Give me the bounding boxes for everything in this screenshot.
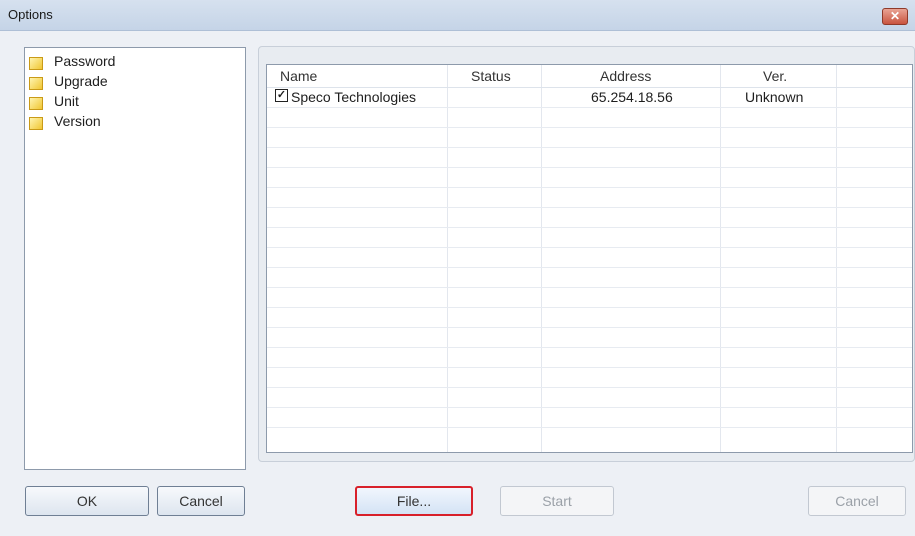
grid-line — [267, 167, 912, 168]
grid-line — [267, 307, 912, 308]
grid-line — [267, 427, 912, 428]
grid-line — [267, 267, 912, 268]
window-title: Options — [8, 7, 53, 22]
title-bar: Options ✕ — [0, 0, 915, 31]
options-window: Options ✕ Password Upgrade Unit Version — [0, 0, 915, 536]
column-header-name[interactable]: Name — [280, 68, 317, 84]
row-checkbox[interactable]: ✓ — [275, 89, 288, 102]
column-divider — [720, 65, 721, 452]
cancel-upgrade-button[interactable]: Cancel — [808, 486, 906, 516]
grid-line — [267, 147, 912, 148]
grid-line — [267, 227, 912, 228]
ok-button[interactable]: OK — [25, 486, 149, 516]
folder-icon — [29, 57, 43, 70]
close-icon: ✕ — [889, 9, 901, 23]
column-header-ver[interactable]: Ver. — [763, 68, 787, 84]
column-header-address[interactable]: Address — [600, 68, 651, 84]
grid-line — [267, 387, 912, 388]
grid-line — [267, 207, 912, 208]
grid-line — [267, 367, 912, 368]
tree-item-label: Password — [54, 53, 116, 69]
column-divider — [541, 65, 542, 452]
grid-line — [267, 327, 912, 328]
column-divider — [836, 65, 837, 452]
grid-line — [267, 247, 912, 248]
grid-line — [267, 187, 912, 188]
tree-item-label: Version — [54, 113, 101, 129]
cell-address: 65.254.18.56 — [591, 89, 673, 105]
tree-item-label: Unit — [54, 93, 79, 109]
table-row[interactable]: ✓ Speco Technologies 65.254.18.56 Unknow… — [267, 87, 912, 107]
folder-icon — [29, 117, 43, 130]
grid-line — [267, 287, 912, 288]
cancel-button[interactable]: Cancel — [157, 486, 245, 516]
options-tree: Password Upgrade Unit Version — [24, 47, 246, 470]
list-header: Name Status Address Ver. — [267, 65, 912, 88]
cell-version: Unknown — [745, 89, 804, 105]
grid-line — [267, 407, 912, 408]
grid-line — [267, 347, 912, 348]
column-divider — [447, 65, 448, 452]
folder-icon — [29, 77, 43, 90]
cell-name: Speco Technologies — [291, 89, 417, 105]
unit-list[interactable]: Name Status Address Ver. ✓ Speco Technol… — [266, 64, 913, 453]
tree-item-label: Upgrade — [54, 73, 108, 89]
start-button[interactable]: Start — [500, 486, 614, 516]
file-button[interactable]: File... — [355, 486, 473, 516]
folder-icon — [29, 97, 43, 110]
grid-line — [267, 107, 912, 108]
grid-line — [267, 127, 912, 128]
column-header-status[interactable]: Status — [471, 68, 511, 84]
close-button[interactable]: ✕ — [882, 8, 908, 25]
